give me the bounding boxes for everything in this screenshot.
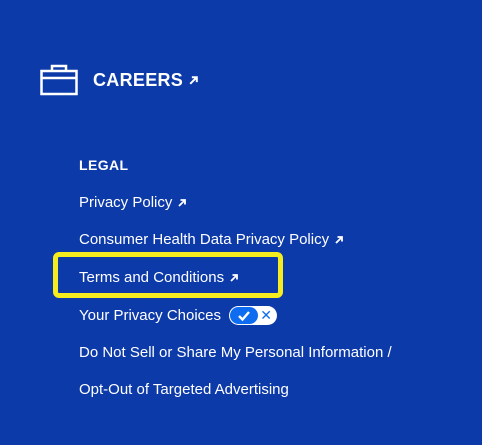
external-arrow-icon — [178, 198, 187, 207]
consumer-health-data-privacy-policy-link[interactable]: Consumer Health Data Privacy Policy — [79, 231, 344, 248]
terms-and-conditions-link[interactable]: Terms and Conditions — [79, 269, 239, 286]
link-label: Opt-Out of Targeted Advertising — [79, 381, 289, 398]
link-label: Terms and Conditions — [79, 269, 225, 286]
opt-out-targeted-advertising-link[interactable]: Opt-Out of Targeted Advertising — [79, 381, 289, 398]
link-label: Privacy Policy — [79, 194, 173, 211]
external-arrow-icon — [230, 273, 238, 282]
legal-heading: LEGAL — [79, 157, 129, 173]
link-label: Consumer Health Data Privacy Policy — [79, 231, 330, 248]
careers-label: CAREERS — [93, 69, 184, 90]
check-icon — [230, 307, 259, 324]
link-label: Do Not Sell or Share My Personal Informa… — [79, 344, 392, 361]
your-privacy-choices-link[interactable]: Your Privacy Choices ✕ — [79, 306, 278, 325]
briefcase-icon — [40, 64, 78, 96]
external-arrow-icon — [335, 235, 343, 244]
close-icon: ✕ — [260, 307, 273, 323]
privacy-choices-toggle-icon: ✕ — [229, 306, 278, 325]
careers-link[interactable]: CAREERS — [40, 64, 199, 96]
external-arrow-icon — [189, 75, 198, 85]
privacy-policy-link[interactable]: Privacy Policy — [79, 194, 187, 211]
do-not-sell-link[interactable]: Do Not Sell or Share My Personal Informa… — [79, 344, 392, 361]
link-label: Your Privacy Choices — [79, 307, 222, 324]
